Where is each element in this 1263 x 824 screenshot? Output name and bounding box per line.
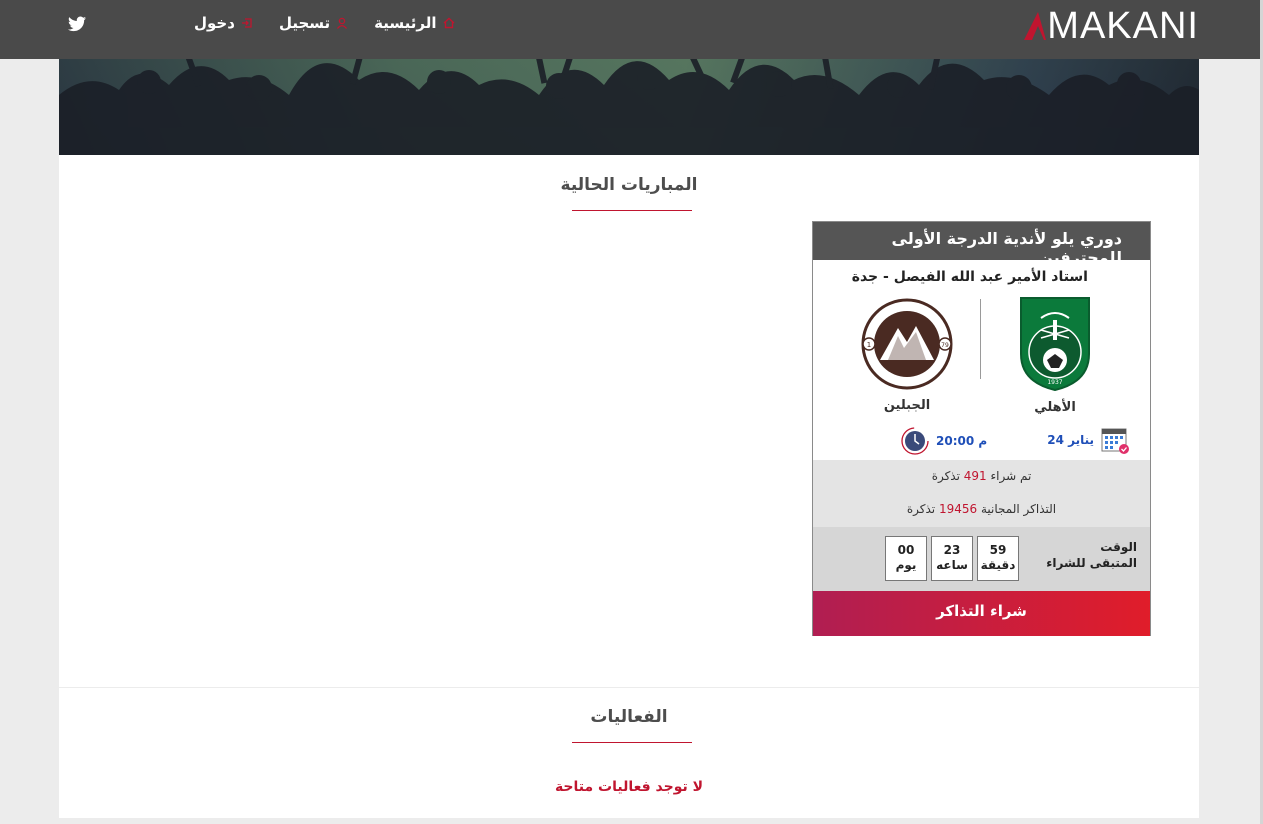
countdown-label-line2: المتبقى للشراء [1046,556,1137,570]
al-jabalin-crest-icon: 1 79 [861,298,953,390]
login-icon [241,18,252,28]
section-title-events: الفعاليات [590,707,668,727]
logo-mark-icon [1024,12,1047,40]
nav-home-label: الرئيسية [374,14,437,32]
away-team: 1 79 الجبلين [859,298,955,413]
stadium-name: استاد الأمير عبد الله الفيصل - جدة [851,269,1088,285]
match-time-text: 20:00 م [936,434,988,448]
clock-icon [901,427,929,455]
user-icon [337,17,348,29]
buy-tickets-button[interactable]: شراء التذاكر [813,591,1150,636]
no-events-message: لا توجد فعاليات متاحة [554,779,704,795]
nav-register-label: تسجيل [278,14,331,32]
countdown-label: الوقت المتبقى للشراء [1046,539,1137,571]
nav-login[interactable]: دخول [194,14,253,32]
match-time: 20:00 م [900,426,987,456]
main-nav: الرئيسية تسجيل دخول [194,14,455,32]
al-ahli-crest-icon: 1937 [1020,297,1090,392]
home-team: 1937 الأهلي [1012,294,1098,415]
nav-login-label: دخول [194,14,235,32]
svg-text:1: 1 [867,341,871,349]
events-section: الفعاليات لا توجد فعاليات متاحة [59,688,1199,818]
nav-register[interactable]: تسجيل [279,14,348,32]
free-count: 19456 [938,502,978,516]
title-underline [572,210,692,211]
purchase-countdown: الوقت المتبقى للشراء 59 دقيقة 23 ساعه 00… [813,527,1150,591]
free-suffix: تذكرة [906,502,936,516]
free-tickets: التذاكر المجانية 19456 تذكرة [813,502,1150,516]
countdown-hours: 23 ساعه [931,536,973,581]
hours-unit: ساعه [936,558,968,572]
days-value: 00 [897,543,915,557]
top-navbar: MAKANI الرئيسية تسجيل دخول [0,0,1260,59]
svg-text:1937: 1937 [1047,379,1062,386]
days-unit: يوم [895,558,917,572]
match-date: 24 يناير [1047,425,1130,455]
minutes-value: 59 [989,543,1007,557]
teams-divider [980,299,981,379]
section-title-current-matches: المباريات الحالية [560,175,698,195]
away-team-name: الجبلين [883,398,931,413]
twitter-icon[interactable] [68,16,86,32]
free-prefix: التذاكر المجانية [980,502,1057,516]
home-team-name: الأهلي [1034,400,1076,415]
calendar-icon [1101,428,1129,454]
sold-prefix: تم شراء [990,469,1032,483]
nav-home[interactable]: الرئيسية [374,14,454,32]
sold-tickets: تم شراء 491 تذكرة [813,469,1150,483]
countdown-label-line1: الوقت [1100,540,1137,554]
countdown-minutes: 59 دقيقة [977,536,1019,581]
sold-suffix: تذكرة [931,469,960,483]
svg-text:79: 79 [941,342,949,349]
logo-text: MAKANI [1047,5,1199,47]
minutes-unit: دقيقة [980,558,1016,572]
makani-logo[interactable]: MAKANI [1024,6,1199,46]
league-title: دوري يلو لأندية الدرجة الأولى للمحترفين [813,222,1150,267]
match-card: دوري يلو لأندية الدرجة الأولى للمحترفين … [812,221,1151,636]
title-underline [572,742,692,743]
home-icon [443,17,454,29]
match-date-text: 24 يناير [1047,433,1094,447]
current-matches-section: المباريات الحالية دوري يلو لأندية الدرجة… [59,155,1199,687]
hours-value: 23 [943,543,961,557]
countdown-days: 00 يوم [885,536,927,581]
ticket-stats: تم شراء 491 تذكرة التذاكر المجانية 19456… [813,460,1150,527]
sold-count: 491 [963,469,987,483]
